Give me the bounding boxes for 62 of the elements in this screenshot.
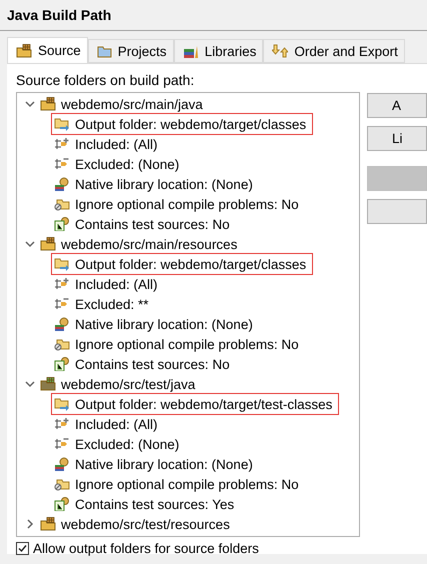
test-gear-icon [54,217,70,231]
tree-item[interactable]: Ignore optional compile problems: No [75,196,299,212]
collapse-chevron-icon[interactable] [25,99,35,109]
test-gear-icon [54,497,70,511]
books-icon [182,44,199,58]
tree-item[interactable]: webdemo/src/test/resources [61,516,230,532]
package-folder-icon [40,237,56,251]
tree-item[interactable]: Output folder: webdemo/target/classes [75,256,306,272]
expand-chevron-icon[interactable] [25,519,35,529]
side-button[interactable]: A [367,93,427,118]
tree-item[interactable]: Excluded: (None) [75,156,180,172]
tree-item[interactable]: Included: (All) [75,276,158,292]
folder-arrow-icon [54,257,70,271]
filter-plus-icon [54,277,70,291]
books-gear-icon [54,317,70,331]
folder-arrow-icon [54,397,70,411]
books-gear-icon [54,457,70,471]
tree-item[interactable]: Ignore optional compile problems: No [75,336,299,352]
tree-item[interactable]: Contains test sources: Yes [75,496,234,512]
checkbox[interactable] [16,542,29,555]
folder-arrow-icon [54,117,70,131]
books-gear-icon [54,177,70,191]
tree-item[interactable]: Contains test sources: No [75,216,230,232]
filter-minus-icon [54,437,70,451]
test-gear-icon [54,357,70,371]
tree-item[interactable]: Included: (All) [75,416,158,432]
tree-item[interactable]: Output folder: webdemo/target/test-classes [75,396,332,412]
tree-item[interactable]: Output folder: webdemo/target/classes [75,116,306,132]
up-down-arrows-icon [272,44,288,58]
tree-item[interactable]: webdemo/src/main/resources [61,236,238,252]
tree-item[interactable]: Native library location: (None) [75,176,253,192]
folder-icon [96,44,112,58]
tree-item[interactable]: Native library location: (None) [75,456,253,472]
package-folder-icon [40,377,56,391]
tree-item[interactable]: Native library location: (None) [75,316,253,332]
folder-warning-icon [54,197,70,211]
checkbox-label[interactable]: Allow output folders for source folders [33,541,259,556]
tab[interactable]: Projects [88,39,174,63]
tab[interactable]: Libraries [174,39,264,63]
folder-warning-icon [54,477,70,491]
tree-item[interactable]: webdemo/src/test/java [61,376,196,392]
tab[interactable]: Source [7,37,88,63]
tree-item[interactable]: Contains test sources: No [75,356,230,372]
package-folder-icon [40,97,56,111]
tree-item[interactable]: Excluded: ** [75,296,149,312]
folder-warning-icon [54,337,70,351]
tree-item[interactable]: Included: (All) [75,136,158,152]
filter-plus-icon [54,417,70,431]
collapse-chevron-icon[interactable] [25,239,35,249]
filter-minus-icon [54,157,70,171]
tab[interactable]: Order and Export [263,39,405,63]
tree-item[interactable]: Ignore optional compile problems: No [75,476,299,492]
filter-minus-icon [54,297,70,311]
window-title: Java Build Path [7,7,112,23]
collapse-chevron-icon[interactable] [25,379,35,389]
package-folder-icon [16,44,32,58]
side-button[interactable]: Li [367,126,427,151]
filter-plus-icon [54,137,70,151]
section-label: Source folders on build path: [16,72,196,88]
tree-item[interactable]: webdemo/src/main/java [61,96,203,112]
package-folder-icon [40,517,56,531]
tree-item[interactable]: Excluded: (None) [75,436,180,452]
